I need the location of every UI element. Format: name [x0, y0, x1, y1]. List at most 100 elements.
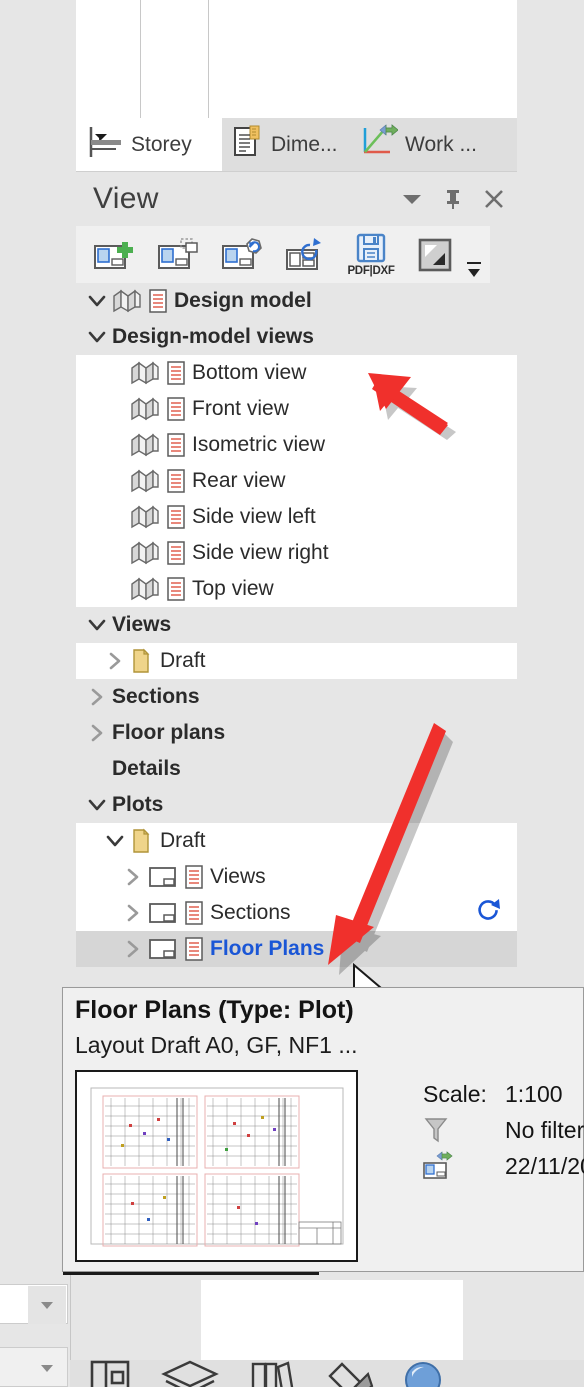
tree-item-label: Plots [112, 793, 164, 816]
model-icon [130, 397, 160, 421]
workplane-icon [360, 123, 399, 166]
tree-item-label: Sections [112, 685, 200, 708]
export-pdf-dxf-button[interactable]: PDF|DXF [340, 227, 402, 282]
contrast-button[interactable] [404, 227, 466, 282]
tooltip-subtitle: Layout Draft A0, GF, NF1 ... [75, 1032, 358, 1058]
tree-item-floor-plans[interactable]: Floor Plans [76, 931, 517, 967]
tree-item-draft[interactable]: Draft [76, 823, 517, 859]
tree-item-label: Front view [192, 397, 289, 420]
list-icon [166, 505, 186, 529]
tree-item-plots[interactable]: Plots [76, 787, 517, 823]
tree-item-label: Draft [160, 649, 206, 672]
tab-storey-label: Storey [131, 132, 192, 156]
pin-icon[interactable] [440, 186, 466, 212]
list-icon [166, 541, 186, 565]
chevron-right-icon[interactable] [118, 867, 148, 887]
tree-item-sections[interactable]: Sections [76, 679, 517, 715]
chevron-down-icon[interactable] [82, 615, 112, 635]
view-tree: Design model Design-model views Bottom vie… [76, 283, 517, 990]
list-icon [166, 577, 186, 601]
tree-item-details[interactable]: Details [76, 751, 517, 787]
refresh-layout-button[interactable] [276, 227, 338, 282]
dimension-icon [232, 124, 264, 166]
chevron-right-icon[interactable] [100, 651, 130, 671]
date-value: 22/11/2023 [505, 1152, 584, 1179]
filter-value: No filter [505, 1116, 584, 1143]
bottom-combo-1[interactable] [0, 1284, 68, 1324]
canvas-divider-1 [140, 0, 141, 118]
tree-item-design-model-views[interactable]: Design-model views [76, 319, 517, 355]
update-view-button[interactable] [212, 227, 274, 282]
storey-icon [86, 125, 124, 165]
model-icon [130, 505, 160, 529]
app-root: Storey Dime... Work ... View PDF|DXF Des… [0, 0, 584, 1387]
plot-tooltip: Floor Plans (Type: Plot) Layout Draft A0… [62, 987, 584, 1272]
chevron-down-icon[interactable] [82, 795, 112, 815]
plot-preview-thumbnail [75, 1070, 358, 1262]
layers-icon[interactable] [160, 1360, 220, 1387]
tab-workplane[interactable]: Work ... [350, 118, 510, 171]
tree-item-views[interactable]: Views [76, 607, 517, 643]
tree-item-label: Floor plans [112, 721, 226, 744]
tab-dimension[interactable]: Dime... [222, 118, 350, 171]
tree-item-draft[interactable]: Draft [76, 643, 517, 679]
new-view-button[interactable] [84, 227, 146, 282]
bottom-combo-2[interactable] [0, 1347, 68, 1387]
bottom-toolbar [70, 1360, 584, 1387]
tree-item-floor-plans[interactable]: Floor plans [76, 715, 517, 751]
tree-item-label: Side view right [192, 541, 329, 564]
list-icon [148, 289, 168, 313]
plot-icon [148, 901, 178, 925]
tree-item-label: Design-model views [112, 325, 314, 348]
eraser-icon[interactable] [322, 1360, 378, 1387]
chevron-down-icon[interactable] [399, 186, 425, 212]
tab-storey[interactable]: Storey [76, 118, 222, 171]
model-icon [130, 577, 160, 601]
tree-item-front-view[interactable]: Front view [76, 391, 517, 427]
layout-icon[interactable] [82, 1360, 134, 1387]
tree-item-side-view-right[interactable]: Side view right [76, 535, 517, 571]
tree-item-label: Details [112, 757, 181, 780]
list-icon [166, 397, 186, 421]
chevron-down-icon[interactable] [28, 1349, 66, 1387]
chevron-down-icon[interactable] [28, 1286, 66, 1324]
drawing-canvas [76, 0, 517, 118]
tree-item-label: Views [112, 613, 172, 636]
tooltip-info-row: 22/11/2023 [423, 1148, 584, 1184]
tree-item-sections[interactable]: Sections [76, 895, 517, 931]
tree-item-label: Draft [160, 829, 206, 852]
copy-view-button[interactable] [148, 227, 210, 282]
tree-item-label: Views [210, 865, 266, 888]
tree-item-bottom-view[interactable]: Bottom view [76, 355, 517, 391]
chevron-right-icon[interactable] [118, 903, 148, 923]
tree-item-rear-view[interactable]: Rear view [76, 463, 517, 499]
model-icon [130, 541, 160, 565]
list-icon [166, 469, 186, 493]
chevron-right-icon[interactable] [82, 687, 112, 707]
chevron-down-icon[interactable] [100, 831, 130, 851]
tree-item-views[interactable]: Views [76, 859, 517, 895]
tree-item-design-model[interactable]: Design model [76, 283, 517, 319]
chevron-down-icon[interactable] [82, 291, 112, 311]
chevron-right-icon[interactable] [118, 939, 148, 959]
chevron-right-icon[interactable] [82, 723, 112, 743]
list-icon [184, 865, 204, 889]
tooltip-info-row: Scale: 1:100 [423, 1076, 584, 1112]
close-icon[interactable] [481, 186, 507, 212]
sphere-icon[interactable] [400, 1360, 446, 1387]
tab-strip: Storey Dime... Work ... [76, 118, 517, 172]
canvas-divider-2 [208, 0, 209, 118]
tree-item-label: Bottom view [192, 361, 307, 384]
tree-item-side-view-left[interactable]: Side view left [76, 499, 517, 535]
model-icon [130, 361, 160, 385]
tree-item-label: Floor Plans [210, 937, 325, 960]
folder-icon [130, 648, 154, 674]
refresh-icon[interactable] [475, 897, 503, 929]
catalog-icon[interactable] [245, 1360, 297, 1387]
top-canvas-area [0, 0, 584, 118]
folder-icon [130, 828, 154, 854]
toolbar-overflow-icon[interactable] [464, 259, 484, 281]
tree-item-isometric-view[interactable]: Isometric view [76, 427, 517, 463]
tree-item-top-view[interactable]: Top view [76, 571, 517, 607]
chevron-down-icon[interactable] [82, 327, 112, 347]
